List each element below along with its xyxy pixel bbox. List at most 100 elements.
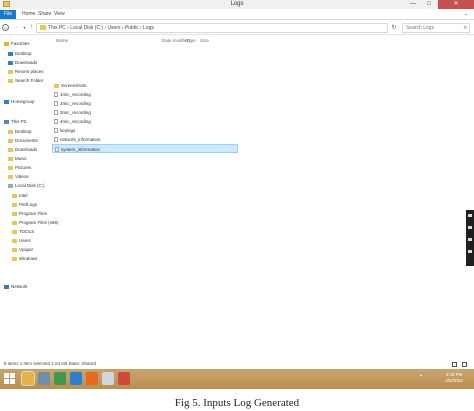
nav-folder-users[interactable]: Users <box>12 236 31 245</box>
address-row: ← → ▾ ↑ This PC › Local Disk (C:) › User… <box>0 21 474 35</box>
nav-homegroup[interactable]: Homegroup <box>4 97 35 106</box>
folder-icon <box>8 147 13 152</box>
nav-pc-desktop[interactable]: Desktop <box>8 127 32 136</box>
file-explorer-taskbar-icon[interactable] <box>22 372 34 385</box>
column-header-name[interactable]: Name <box>56 38 68 43</box>
nav-folder-windows[interactable]: Windows <box>12 254 37 263</box>
up-button[interactable]: ↑ <box>28 24 35 31</box>
back-button[interactable]: ← <box>2 24 9 31</box>
text-file-icon <box>54 137 58 143</box>
side-toolbar <box>466 210 474 266</box>
address-path: This PC › Local Disk (C:) › Users › Publ… <box>48 25 154 31</box>
nav-desktop-favorite[interactable]: Desktop <box>8 49 32 58</box>
figure-caption: Fig 5. Inputs Log Generated <box>174 397 300 409</box>
nav-pc-pictures[interactable]: Pictures <box>8 163 31 172</box>
nav-pc-downloads[interactable]: Downloads <box>8 145 37 154</box>
maximize-button[interactable]: □ <box>422 0 436 9</box>
firefox-taskbar-icon[interactable] <box>86 372 98 385</box>
nav-local-disk[interactable]: Local Disk (C:) <box>8 181 45 190</box>
gadget-icon[interactable] <box>468 238 472 241</box>
column-headers: Name Date modified Type Size <box>52 36 474 46</box>
column-header-type[interactable]: Type <box>186 38 196 43</box>
tab-home[interactable]: Home <box>20 10 37 19</box>
list-item[interactable]: 1mic_recording <box>52 90 232 99</box>
computer-icon <box>4 119 9 124</box>
folder-icon <box>8 174 13 179</box>
logo-pane <box>4 379 9 384</box>
gadget-icon[interactable] <box>468 214 472 217</box>
address-bar[interactable]: This PC › Local Disk (C:) › Users › Publ… <box>36 23 388 33</box>
list-item[interactable]: 2mic_recording <box>52 99 232 108</box>
nav-folder-vyapar[interactable]: Vyapar <box>12 245 33 254</box>
expand-ribbon-icon[interactable]: ⌄ <box>464 11 468 17</box>
search-placeholder: Search Logs <box>406 25 435 31</box>
nav-favorites[interactable]: Favorites <box>4 39 30 48</box>
folder-icon <box>12 202 17 207</box>
title-bar: Logs — □ ✕ <box>0 0 474 9</box>
tray-overflow-icon[interactable]: ▴ <box>420 372 432 377</box>
text-file-icon <box>54 110 58 116</box>
store-taskbar-icon[interactable] <box>38 372 50 385</box>
status-text: 8 items 1 item selected 1.04 KB State: S… <box>4 361 97 366</box>
folder-icon <box>12 238 17 243</box>
nav-folder-program-files[interactable]: Program Files <box>12 209 47 218</box>
column-header-size[interactable]: Size <box>200 38 209 43</box>
details-view-icon[interactable] <box>452 362 457 367</box>
nav-pc-documents[interactable]: Documents <box>8 136 38 145</box>
file-explorer-window: Logs — □ ✕ File Home Share View ⌄ ← → ▾ … <box>0 0 474 389</box>
list-item[interactable]: Screenshots <box>52 81 232 90</box>
search-input[interactable]: Search Logs ⌕ <box>402 23 470 33</box>
folder-icon <box>8 78 13 83</box>
forward-button[interactable]: → <box>12 24 19 31</box>
text-file-icon <box>54 92 58 98</box>
ribbon-tabs: File Home Share View ⌄ <box>0 9 474 20</box>
nav-downloads-favorite[interactable]: Downloads <box>8 58 37 67</box>
list-item[interactable]: 4mic_recording <box>52 117 232 126</box>
refresh-button[interactable]: ↻ <box>390 24 398 31</box>
folder-icon <box>8 156 13 161</box>
minimize-button[interactable]: — <box>406 0 420 9</box>
folder-icon <box>12 220 17 225</box>
nav-search-folder[interactable]: Search Folder <box>8 76 43 85</box>
desktop-icon <box>8 51 13 56</box>
tab-share[interactable]: Share <box>36 10 53 19</box>
tab-file[interactable]: File <box>0 10 16 19</box>
gadget-icon[interactable] <box>468 250 472 253</box>
nav-network[interactable]: Network <box>4 282 28 291</box>
list-item[interactable]: keylogs <box>52 126 232 135</box>
windows-logo-icon[interactable] <box>4 373 15 384</box>
text-file-icon <box>54 119 58 125</box>
gadget-icon[interactable] <box>468 226 472 229</box>
nav-folder-intel[interactable]: Intel <box>12 191 28 200</box>
chrome-taskbar-icon[interactable] <box>54 372 66 385</box>
media-taskbar-icon[interactable] <box>118 372 130 385</box>
search-icon[interactable]: ⌕ <box>464 24 467 32</box>
list-item[interactable]: 3mic_recording <box>52 108 232 117</box>
file-list: Name Date modified Type Size Screenshots… <box>52 36 474 356</box>
status-bar: 8 items 1 item selected 1.04 KB State: S… <box>0 360 474 369</box>
list-item[interactable]: network_information <box>52 135 232 144</box>
folder-icon <box>12 211 17 216</box>
nav-pc-music[interactable]: Music <box>8 154 27 163</box>
close-button[interactable]: ✕ <box>438 0 474 9</box>
ie-taskbar-icon[interactable] <box>70 372 82 385</box>
folder-icon <box>12 256 17 261</box>
taskbar: ▴ 3:33 PM 4/5/2022 <box>0 369 474 389</box>
nav-folder-perflogs[interactable]: PerfLogs <box>12 200 37 209</box>
tab-view[interactable]: View <box>52 10 67 19</box>
large-icons-view-icon[interactable] <box>462 362 467 367</box>
file-taskbar-icon[interactable] <box>102 372 114 385</box>
text-file-icon <box>55 147 59 153</box>
clock[interactable]: 3:33 PM 4/5/2022 <box>436 372 472 384</box>
navigation-pane: Favorites Desktop Downloads Recent place… <box>0 36 59 356</box>
text-file-icon <box>54 128 58 134</box>
drive-icon <box>8 183 13 188</box>
nav-recent-places[interactable]: Recent places <box>8 67 44 76</box>
recent-locations-button[interactable]: ▾ <box>21 24 28 31</box>
nav-this-pc[interactable]: This PC <box>4 117 27 126</box>
folder-icon <box>8 138 13 143</box>
nav-pc-videos[interactable]: Videos <box>8 172 29 181</box>
list-item-selected[interactable]: system_information <box>52 144 238 153</box>
logo-pane <box>10 373 15 378</box>
nav-folder-tools[interactable]: TOOLS <box>12 227 34 236</box>
